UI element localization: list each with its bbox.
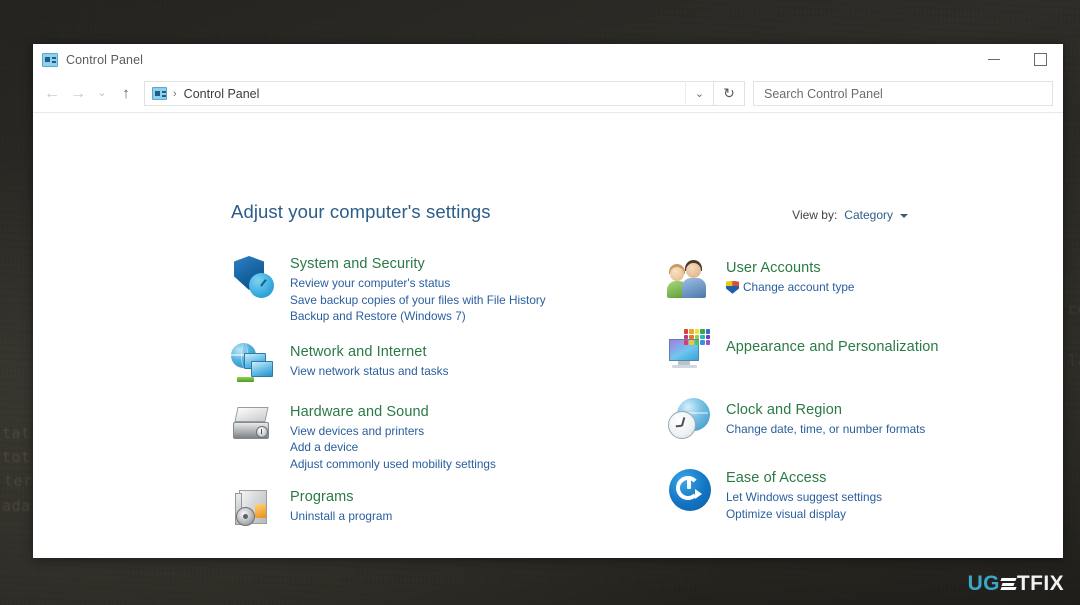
window-title-bar[interactable]: Control Panel xyxy=(33,44,1063,75)
category-link[interactable]: Adjust commonly used mobility settings xyxy=(290,456,496,473)
shield-clock-icon xyxy=(231,253,279,301)
uac-shield-icon xyxy=(726,280,739,294)
control-panel-window: Control Panel ← → ⌄ ↑ › Control Panel ⌄ … xyxy=(33,44,1063,558)
background-code-text: tot xyxy=(2,448,31,466)
category-network-and-internet[interactable]: Network and Internet View network status… xyxy=(231,341,567,389)
category-body: Clock and Region Change date, time, or n… xyxy=(726,397,925,445)
background-code-text: la xyxy=(1068,352,1080,370)
watermark-e-glyph xyxy=(1001,576,1016,592)
background-code-text: cd xyxy=(1068,300,1080,318)
category-title[interactable]: System and Security xyxy=(290,255,546,273)
category-title[interactable]: Clock and Region xyxy=(726,401,925,419)
ease-of-access-icon xyxy=(667,467,715,515)
view-by-control: View by: Category xyxy=(792,208,908,222)
category-body: Appearance and Personalization xyxy=(726,327,939,375)
program-box-disc-icon xyxy=(231,486,279,534)
category-link[interactable]: Change date, time, or number formats xyxy=(726,421,925,438)
minimize-icon xyxy=(988,59,1000,60)
background-code-text: tat xyxy=(2,424,31,442)
page-title: Adjust your computer's settings xyxy=(231,201,491,222)
minimize-button[interactable] xyxy=(971,44,1017,75)
category-link[interactable]: View devices and printers xyxy=(290,423,496,440)
watermark-part-1: UG xyxy=(967,572,1000,595)
watermark-part-2: TFIX xyxy=(1016,572,1064,595)
category-link[interactable]: Let Windows suggest settings xyxy=(726,489,882,506)
category-link[interactable]: Uninstall a program xyxy=(290,508,392,525)
back-button[interactable]: ← xyxy=(39,80,65,108)
breadcrumb-icon-wrap xyxy=(145,87,173,100)
category-body: Hardware and Sound View devices and prin… xyxy=(290,401,496,473)
title-bar-left: Control Panel xyxy=(33,52,144,67)
background-code-text: ter xyxy=(4,472,33,490)
category-link[interactable]: Backup and Restore (Windows 7) xyxy=(290,308,546,325)
category-column-right: User Accounts Change account type Appear… xyxy=(667,253,1003,548)
category-link-change-account-type[interactable]: Change account type xyxy=(726,279,855,296)
refresh-button[interactable]: ↻ xyxy=(714,81,745,106)
network-globe-monitors-icon xyxy=(231,341,279,389)
category-columns: System and Security Review your computer… xyxy=(231,253,1003,548)
category-link[interactable]: Optimize visual display xyxy=(726,506,882,523)
address-bar[interactable]: › Control Panel ⌄ xyxy=(144,81,714,106)
category-body: Programs Uninstall a program xyxy=(290,486,392,534)
recent-locations-button[interactable]: ⌄ xyxy=(91,80,113,108)
category-link[interactable]: Add a device xyxy=(290,439,496,456)
category-title[interactable]: Network and Internet xyxy=(290,343,448,361)
breadcrumb-separator: › xyxy=(173,87,177,100)
category-system-and-security[interactable]: System and Security Review your computer… xyxy=(231,253,567,325)
maximize-button[interactable] xyxy=(1017,44,1063,75)
control-panel-icon xyxy=(152,87,167,100)
control-panel-content: Adjust your computer's settings View by:… xyxy=(33,113,1063,558)
navigation-toolbar: ← → ⌄ ↑ › Control Panel ⌄ ↻ xyxy=(33,75,1063,112)
address-dropdown-button[interactable]: ⌄ xyxy=(685,81,713,106)
category-column-left: System and Security Review your computer… xyxy=(231,253,567,548)
category-title[interactable]: Appearance and Personalization xyxy=(726,338,939,356)
view-by-label: View by: xyxy=(792,208,838,222)
maximize-icon xyxy=(1033,53,1047,66)
category-ease-of-access[interactable]: Ease of Access Let Windows suggest setti… xyxy=(667,467,1003,522)
up-button[interactable]: ↑ xyxy=(113,80,139,108)
ugetfix-watermark: UG TFIX xyxy=(968,572,1064,596)
window-title: Control Panel xyxy=(66,52,144,67)
chevron-down-icon[interactable] xyxy=(900,213,908,218)
category-link-label: Change account type xyxy=(743,280,855,294)
category-clock-and-region[interactable]: Clock and Region Change date, time, or n… xyxy=(667,397,1003,445)
caption-buttons xyxy=(971,44,1063,75)
search-input[interactable] xyxy=(762,85,1052,102)
category-body: System and Security Review your computer… xyxy=(290,253,546,325)
category-body: User Accounts Change account type xyxy=(726,257,855,305)
breadcrumb-control-panel[interactable]: Control Panel xyxy=(184,87,260,101)
appearance-monitor-icon xyxy=(667,327,715,375)
category-hardware-and-sound[interactable]: Hardware and Sound View devices and prin… xyxy=(231,401,567,473)
printer-icon xyxy=(231,401,279,449)
view-by-value[interactable]: Category xyxy=(844,208,893,222)
clock-region-icon xyxy=(667,397,715,445)
forward-button[interactable]: → xyxy=(65,80,91,108)
category-programs[interactable]: Programs Uninstall a program xyxy=(231,486,567,534)
category-link[interactable]: View network status and tasks xyxy=(290,363,448,380)
background-code-text: ada xyxy=(2,497,31,515)
user-accounts-people-icon xyxy=(667,257,715,305)
category-link[interactable]: Review your computer's status xyxy=(290,275,546,292)
category-user-accounts[interactable]: User Accounts Change account type xyxy=(667,257,1003,305)
control-panel-icon xyxy=(42,52,58,67)
category-body: Ease of Access Let Windows suggest setti… xyxy=(726,467,882,522)
category-title[interactable]: User Accounts xyxy=(726,259,855,277)
category-title[interactable]: Hardware and Sound xyxy=(290,403,496,421)
category-title[interactable]: Ease of Access xyxy=(726,469,882,487)
category-appearance-and-personalization[interactable]: Appearance and Personalization xyxy=(667,327,1003,375)
category-body: Network and Internet View network status… xyxy=(290,341,448,389)
search-box[interactable] xyxy=(753,81,1053,106)
category-link[interactable]: Save backup copies of your files with Fi… xyxy=(290,292,546,309)
category-title[interactable]: Programs xyxy=(290,488,392,506)
